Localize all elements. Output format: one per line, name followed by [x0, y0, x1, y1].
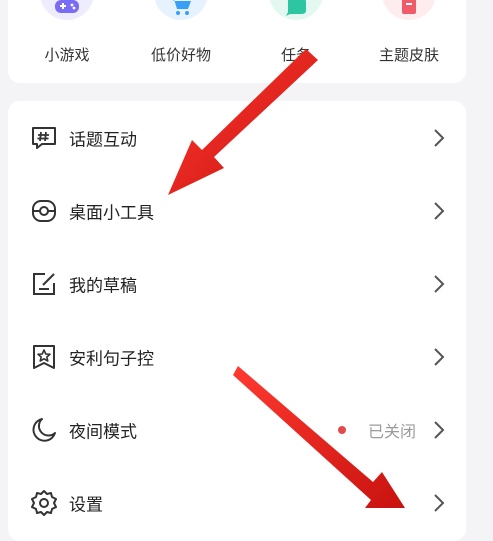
menu-item-topic-interaction[interactable]: 话题互动 — [8, 101, 466, 174]
draft-icon — [33, 272, 55, 295]
star-bookmark-icon — [33, 344, 55, 369]
menu-item-label: 我的草稿 — [69, 276, 137, 296]
quick-access-card: 小游戏 低价好物 任务 主题皮肤 — [8, 0, 466, 83]
chevron-right-icon — [434, 128, 445, 147]
chevron-right-icon — [434, 493, 445, 512]
menu-item-desktop-widgets[interactable]: 桌面小工具 — [8, 174, 466, 247]
hashtag-icon — [32, 126, 56, 149]
grid-label: 小游戏 — [44, 46, 90, 64]
status-dot — [338, 425, 346, 434]
shopping-cart-icon — [154, 0, 208, 20]
menu-item-settings[interactable]: 设置 — [8, 466, 466, 539]
menu-card: 话题互动 桌面小工具 我的草稿 安利句子控 夜间模式 已关闭 设置 — [8, 101, 466, 541]
grid-label: 任务 — [280, 46, 311, 64]
gamepad-icon — [40, 0, 94, 20]
gear-icon — [31, 489, 57, 516]
grid-item-bargains[interactable]: 低价好物 — [126, 0, 236, 83]
menu-item-my-drafts[interactable]: 我的草稿 — [8, 247, 466, 320]
grid-item-mini-games[interactable]: 小游戏 — [12, 0, 122, 83]
menu-item-label: 安利句子控 — [69, 349, 154, 369]
menu-item-label: 桌面小工具 — [69, 203, 154, 223]
menu-item-night-mode[interactable]: 夜间模式 已关闭 — [8, 393, 466, 466]
chevron-right-icon — [434, 274, 445, 293]
moon-icon — [32, 417, 56, 442]
menu-item-label: 设置 — [69, 495, 103, 515]
chevron-right-icon — [434, 420, 445, 439]
grid-item-theme-skin[interactable]: 主题皮肤 — [354, 0, 464, 83]
menu-item-anli-sentence[interactable]: 安利句子控 — [8, 320, 466, 393]
quick-access-grid: 小游戏 低价好物 任务 主题皮肤 — [8, 0, 466, 83]
menu-item-label: 话题互动 — [69, 130, 137, 150]
task-icon — [269, 0, 323, 20]
chevron-right-icon — [434, 201, 445, 220]
grid-item-tasks[interactable]: 任务 — [241, 0, 351, 83]
menu-item-label: 夜间模式 — [69, 422, 137, 442]
night-mode-status: 已关闭 — [367, 421, 416, 441]
widget-icon — [32, 199, 56, 222]
chevron-right-icon — [434, 347, 445, 366]
grid-label: 低价好物 — [150, 46, 211, 64]
theme-skin-icon — [382, 0, 436, 20]
grid-label: 主题皮肤 — [378, 46, 439, 64]
